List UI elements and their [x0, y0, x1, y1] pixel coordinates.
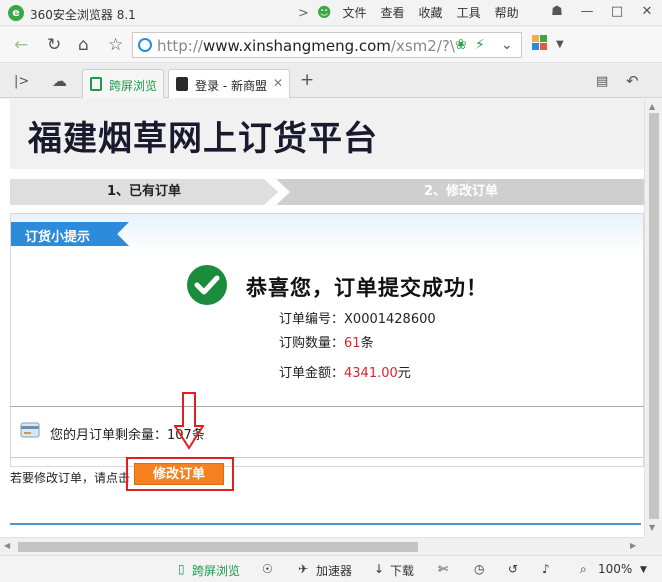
order-quantity: 61 [344, 336, 361, 351]
card-icon [20, 422, 40, 438]
home-icon[interactable]: ⌂ [78, 35, 89, 55]
tip-label: 订货小提示 [25, 230, 91, 245]
browser-logo-icon: e [8, 5, 24, 21]
scroll-left-icon[interactable]: ◀ [4, 541, 10, 550]
phone-icon[interactable]: ▯ [178, 562, 185, 576]
globe-icon [138, 38, 152, 52]
menu-bar: > ☻ 文件 查看 收藏 工具 帮助 [294, 5, 526, 21]
window-controls: ☗ — □ ✕ [542, 0, 662, 24]
success-message: 恭喜您，订单提交成功！ [246, 275, 488, 300]
divider [10, 457, 644, 458]
horizontal-scrollbar[interactable]: ◀ ▶ [0, 537, 644, 555]
order-number-row: 订单编号：X0001428600 [279, 312, 436, 327]
download-icon[interactable]: ↓ [374, 562, 384, 576]
undo-close-icon[interactable]: ↶ [626, 72, 639, 90]
footer-line [10, 523, 641, 525]
apps-dropdown-icon[interactable]: ▼ [556, 35, 564, 55]
url-text: http://www.xinshangmeng.com/xsm2/?\ [157, 37, 455, 55]
scroll-thumb[interactable] [18, 542, 418, 552]
cross-screen-link[interactable]: 跨屏浏览 [192, 562, 240, 579]
window-title: 360安全浏览器 8.1 [30, 8, 136, 22]
new-tab-button[interactable]: + [300, 70, 314, 90]
tab-login[interactable]: 登录 - 新商盟 ✕ [168, 69, 290, 98]
accelerator-link[interactable]: 加速器 [316, 562, 352, 579]
order-quantity-row: 订购数量：61条 [279, 336, 374, 351]
modify-hint: 若要修改订单，请点击 [10, 471, 131, 485]
download-link[interactable]: 下载 [390, 562, 414, 579]
tab-close-icon[interactable]: ✕ [273, 76, 283, 90]
pointer-arrow-icon [174, 392, 204, 450]
step-chevron-icon [264, 179, 290, 205]
zoom-icon[interactable]: ⌕ [580, 562, 587, 577]
order-number: X0001428600 [344, 312, 436, 327]
restore-icon[interactable]: ↺ [508, 562, 518, 576]
accelerator-icon[interactable]: ✈ [298, 562, 308, 576]
modify-order-button[interactable]: 修改订单 [134, 463, 224, 485]
tab-list-icon[interactable]: ▤ [596, 74, 608, 89]
skin-icon[interactable]: ☗ [542, 0, 572, 24]
url-dropdown-icon[interactable]: ⌄ [501, 37, 513, 53]
speed-mode-icon[interactable]: ⚡ [475, 37, 485, 53]
page-content: 福建烟草网上订货平台 1、已有订单 2、修改订单 订货小提示 恭喜您，订单提交成… [0, 99, 662, 537]
menu-file[interactable]: 文件 [336, 5, 374, 21]
title-bar: e 360安全浏览器 8.1 > ☻ 文件 查看 收藏 工具 帮助 ☗ — □ … [0, 0, 662, 26]
maximize-button[interactable]: □ [602, 0, 632, 24]
url-input[interactable]: http://www.xinshangmeng.com/xsm2/?\ ❀ ⚡ … [132, 32, 522, 58]
step-existing-order: 1、已有订单 [10, 179, 278, 205]
order-amount-row: 订单金额：4341.00元 [279, 366, 411, 381]
sidebar-toggle-icon[interactable]: |> [14, 74, 29, 89]
step-progress: 1、已有订单 2、修改订单 [10, 179, 644, 205]
menu-view[interactable]: 查看 [374, 5, 412, 21]
site-favicon-icon [176, 77, 188, 91]
tab-bar: |> ☁ 跨屏浏览 登录 - 新商盟 ✕ + ▤ ↶ [0, 64, 662, 98]
zoom-dropdown-icon[interactable]: ▼ [640, 565, 647, 575]
menu-tools[interactable]: 工具 [450, 5, 488, 21]
tab-cross-screen[interactable]: 跨屏浏览 [82, 69, 164, 98]
volume-icon[interactable]: ♪ [542, 562, 550, 576]
close-button[interactable]: ✕ [632, 0, 662, 24]
scroll-down-icon[interactable]: ▼ [649, 523, 655, 532]
chevron-right-icon[interactable]: > [294, 6, 313, 21]
success-check-icon [187, 265, 227, 305]
vertical-scrollbar[interactable]: ▲ ▼ [644, 99, 662, 537]
security-icon[interactable]: ❀ [455, 37, 467, 53]
compass-icon[interactable]: ☉ [262, 562, 273, 576]
star-icon[interactable]: ☆ [108, 35, 123, 55]
scroll-up-icon[interactable]: ▲ [649, 102, 655, 111]
step-modify-order: 2、修改订单 [278, 179, 644, 205]
minimize-button[interactable]: — [572, 0, 602, 24]
clock-icon[interactable]: ◷ [474, 562, 484, 576]
status-bar: ▯ 跨屏浏览 ☉ ✈ 加速器 ↓ 下载 ✄ ◷ ↺ ♪ ⌕ 100% ▼ [0, 555, 662, 582]
cloud-icon[interactable]: ☁ [52, 72, 67, 90]
back-icon[interactable]: ← [14, 35, 28, 55]
page-title: 福建烟草网上订货平台 [28, 119, 378, 159]
phone-icon [90, 77, 102, 91]
menu-help[interactable]: 帮助 [488, 5, 526, 21]
apps-icon[interactable] [532, 35, 548, 51]
order-amount: 4341.00 [344, 366, 398, 381]
zoom-level[interactable]: 100% [598, 562, 632, 576]
menu-favorites[interactable]: 收藏 [412, 5, 450, 21]
user-icon[interactable]: ☻ [313, 5, 336, 21]
screenshot-icon[interactable]: ✄ [438, 562, 448, 576]
scroll-right-icon[interactable]: ▶ [630, 541, 636, 550]
page-header: 福建烟草网上订货平台 [10, 99, 644, 169]
address-toolbar: ← ↻ ⌂ ☆ http://www.xinshangmeng.com/xsm2… [0, 27, 662, 63]
scroll-thumb[interactable] [649, 113, 659, 519]
divider [10, 406, 644, 407]
refresh-icon[interactable]: ↻ [47, 35, 61, 55]
